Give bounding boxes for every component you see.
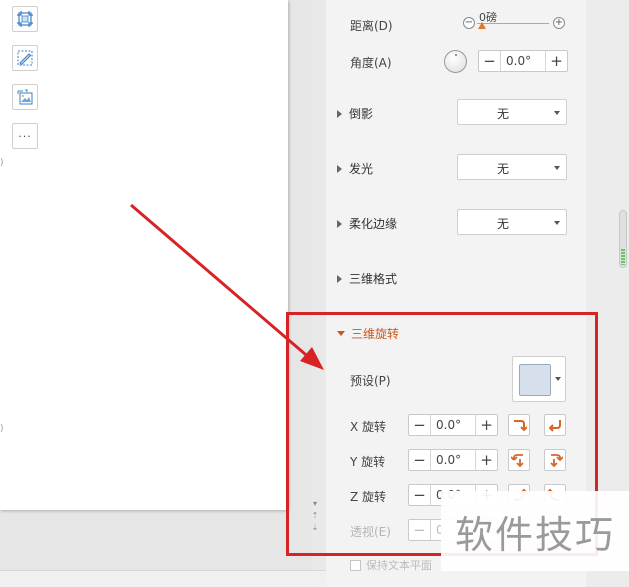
edit-shape-icon bbox=[17, 50, 33, 66]
expand-arrow-icon bbox=[337, 219, 342, 228]
reflection-value: 无 bbox=[496, 107, 509, 121]
panel-scrollbar[interactable] bbox=[619, 210, 627, 268]
soft-edges-dropdown[interactable]: 无 bbox=[457, 209, 567, 235]
angle-dial[interactable] bbox=[444, 50, 467, 73]
decrease-icon[interactable]: − bbox=[463, 17, 475, 29]
distance-slider[interactable]: − 0磅 + bbox=[463, 11, 567, 31]
chevron-down-icon bbox=[554, 221, 560, 225]
keep-text-flat-label: 保持文本平面 bbox=[366, 559, 432, 572]
expand-arrow-icon bbox=[337, 164, 342, 173]
expand-arrow-icon bbox=[337, 109, 342, 118]
reflection-label: 倒影 bbox=[349, 107, 374, 121]
edit-shape-button[interactable] bbox=[12, 45, 38, 71]
reflection-section-header[interactable]: 倒影 bbox=[337, 105, 373, 122]
angle-stepper[interactable]: − 0.0° + bbox=[478, 50, 568, 72]
format-3d-label: 三维格式 bbox=[349, 272, 398, 286]
more-button[interactable]: ··· bbox=[12, 123, 38, 149]
keep-text-flat-checkbox[interactable]: 保持文本平面 bbox=[350, 557, 432, 573]
format-3d-section-header[interactable]: 三维格式 bbox=[337, 270, 397, 287]
angle-decrease-button[interactable]: − bbox=[479, 51, 501, 71]
distance-label: 距离(D) bbox=[350, 19, 393, 33]
soft-edges-section-header[interactable]: 柔化边缘 bbox=[337, 215, 397, 232]
checkbox-box[interactable] bbox=[350, 559, 361, 571]
document-page[interactable]: ) ) bbox=[0, 0, 288, 510]
selection-handle[interactable]: ) bbox=[0, 158, 4, 168]
angle-increase-button[interactable]: + bbox=[545, 51, 567, 71]
increase-icon[interactable]: + bbox=[553, 17, 565, 29]
distance-value: 0磅 bbox=[479, 11, 497, 24]
glow-dropdown[interactable]: 无 bbox=[457, 154, 567, 180]
glow-label: 发光 bbox=[349, 162, 374, 176]
document-canvas: ) ) ··· bbox=[0, 0, 312, 587]
crop-button[interactable] bbox=[12, 6, 38, 32]
soft-edges-label: 柔化边缘 bbox=[349, 217, 398, 231]
chevron-down-icon bbox=[554, 111, 560, 115]
angle-input[interactable]: 0.0° bbox=[501, 51, 545, 71]
change-picture-button[interactable] bbox=[12, 84, 38, 110]
glow-value: 无 bbox=[496, 162, 509, 176]
scrollbar-grip[interactable] bbox=[621, 249, 625, 265]
change-picture-icon bbox=[17, 89, 33, 105]
chevron-down-icon bbox=[554, 166, 560, 170]
watermark: 软件技巧 bbox=[441, 491, 629, 571]
crop-icon bbox=[17, 11, 33, 27]
more-icon: ··· bbox=[18, 129, 32, 143]
glow-section-header[interactable]: 发光 bbox=[337, 160, 373, 177]
expand-arrow-icon bbox=[337, 274, 342, 283]
reflection-dropdown[interactable]: 无 bbox=[457, 99, 567, 125]
selection-handle[interactable]: ) bbox=[0, 424, 4, 434]
angle-label: 角度(A) bbox=[350, 56, 392, 70]
soft-edges-value: 无 bbox=[496, 217, 509, 231]
